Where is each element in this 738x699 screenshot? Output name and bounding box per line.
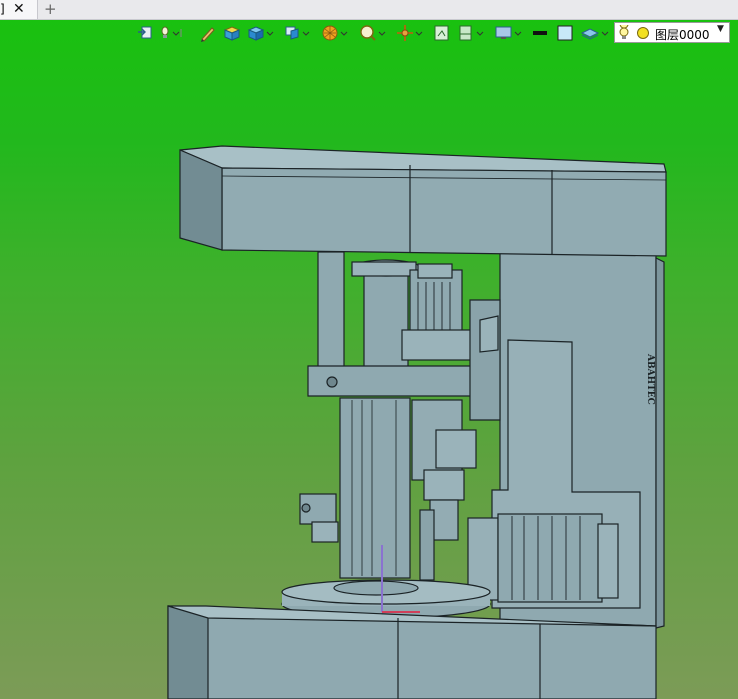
vertical-slide (339, 397, 411, 579)
machine-model: ABAHTEC (167, 145, 667, 699)
center-cylinder (363, 267, 409, 374)
model-label: ABAHTEC (645, 353, 655, 405)
left-cylinder (317, 251, 345, 368)
